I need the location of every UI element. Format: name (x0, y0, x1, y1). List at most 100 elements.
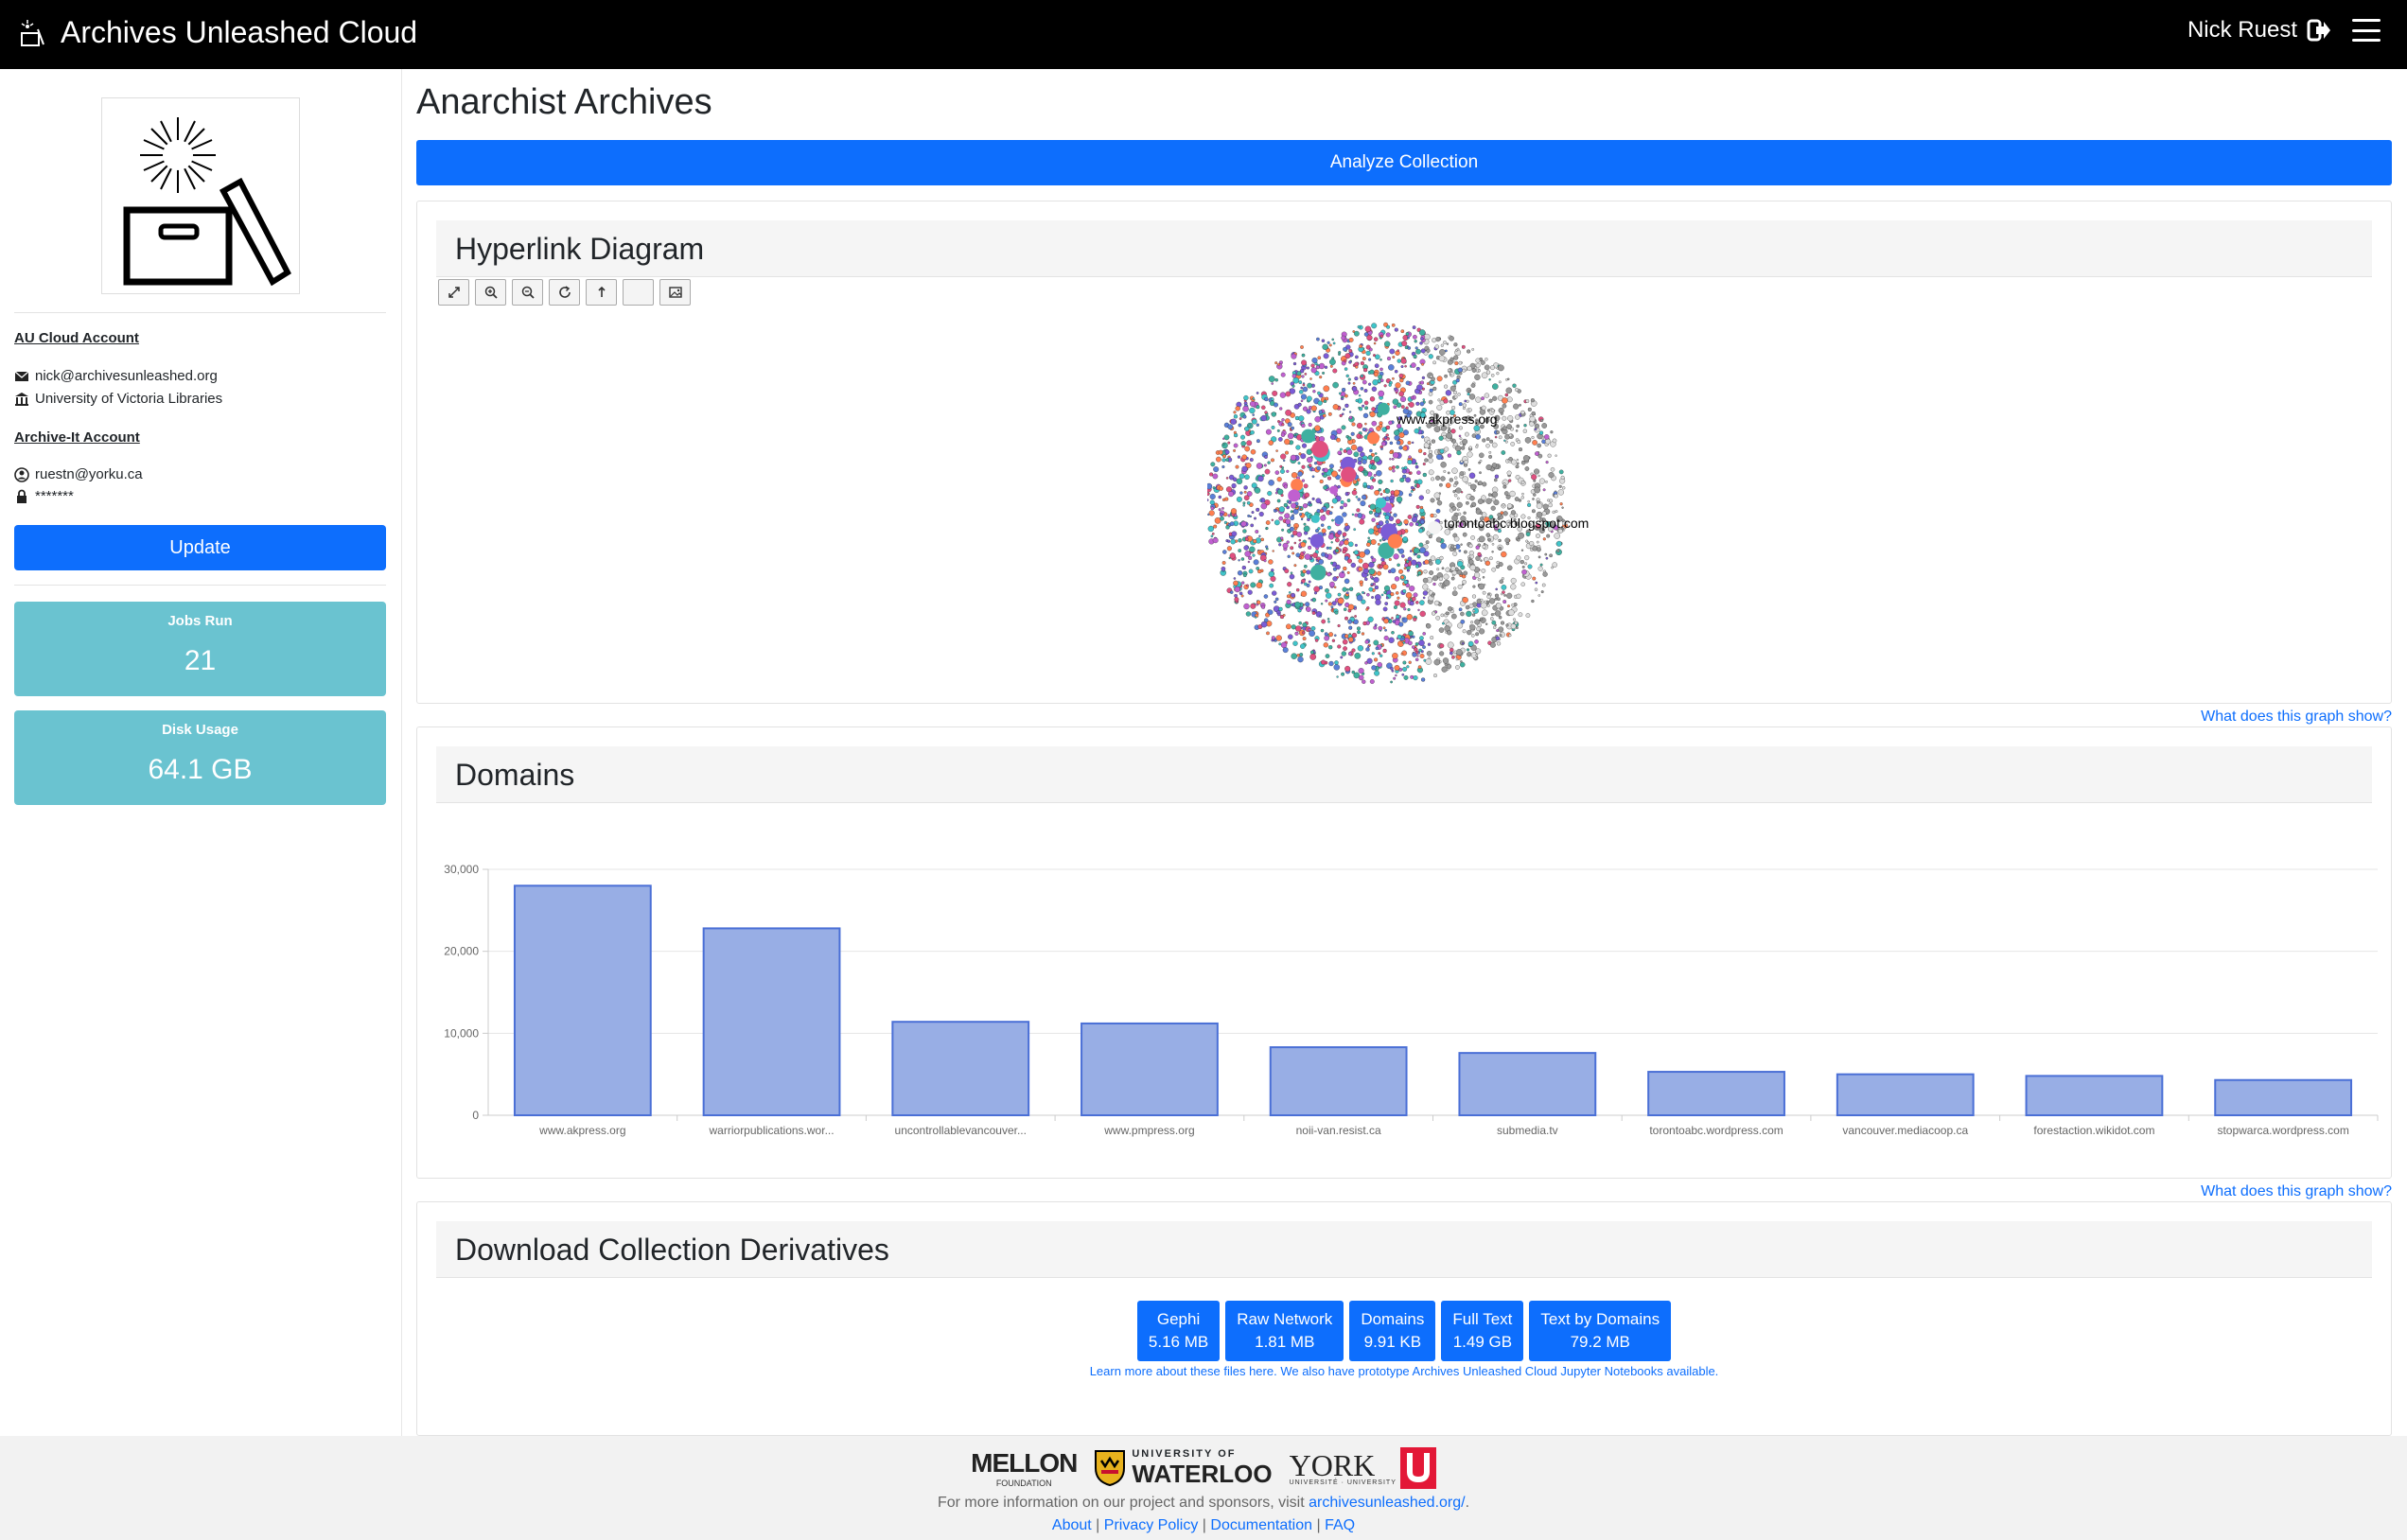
graph-hub-node (1387, 534, 1403, 549)
graph-node (1382, 648, 1387, 654)
hyperlink-help-link[interactable]: What does this graph show? (2201, 709, 2392, 726)
graph-node (1453, 355, 1459, 360)
graph-node (1445, 611, 1449, 616)
graph-node (1510, 577, 1517, 584)
graph-node (1363, 471, 1368, 477)
graph-node (1392, 465, 1396, 469)
graph-node (1302, 503, 1309, 509)
graph-node (1421, 376, 1426, 380)
download-raw-network-button[interactable]: Raw Network 1.81 MB (1225, 1301, 1344, 1361)
about-link[interactable]: About (1052, 1517, 1092, 1533)
graph-node (1366, 592, 1370, 597)
download-domains-button[interactable]: Domains 9.91 KB (1349, 1301, 1436, 1361)
graph-node (1428, 458, 1433, 464)
reset-button[interactable] (549, 279, 580, 306)
graph-node (1481, 569, 1486, 573)
graph-node (1269, 583, 1274, 588)
graph-node (1506, 503, 1513, 509)
download-text-by-domains-button[interactable]: Text by Domains 79.2 MB (1529, 1301, 1672, 1361)
project-site-link[interactable]: archivesunleashed.org/ (1309, 1495, 1465, 1511)
graph-node (1378, 488, 1381, 492)
privacy-policy-link[interactable]: Privacy Policy (1104, 1517, 1199, 1533)
graph-hub-node (1309, 534, 1325, 548)
update-button[interactable]: Update (14, 525, 386, 570)
graph-node (1409, 601, 1414, 606)
graph-node (1300, 582, 1304, 585)
mellon-sub: FOUNDATION (995, 1479, 1052, 1488)
graph-node (1422, 596, 1426, 600)
user-logout-link[interactable]: Nick Ruest (2187, 17, 2331, 44)
y-tick-label: 10,000 (444, 1026, 479, 1040)
graph-node (1284, 438, 1291, 446)
graph-node (1542, 571, 1548, 577)
graph-node (1338, 392, 1342, 395)
zoom-out-button[interactable] (512, 279, 543, 306)
graph-node (1347, 381, 1351, 385)
graph-node (1408, 455, 1412, 459)
graph-node (1346, 449, 1353, 455)
graph-node (1240, 441, 1246, 446)
graph-node (1306, 366, 1309, 370)
brand-link[interactable]: Archives Unleashed Cloud (17, 15, 417, 50)
graph-node (1399, 477, 1405, 482)
graph-node (1386, 356, 1392, 361)
graph-node (1241, 454, 1247, 460)
graph-node (1396, 614, 1400, 620)
graph-node (1290, 454, 1297, 462)
graph-node (1308, 628, 1311, 632)
graph-node (1474, 619, 1481, 625)
graph-node (1357, 324, 1361, 329)
derivatives-note-link[interactable]: Learn more about these files here. We al… (416, 1364, 2392, 1378)
graph-node (1433, 658, 1441, 666)
download-full-text-button[interactable]: Full Text 1.49 GB (1441, 1301, 1524, 1361)
graph-node (1432, 386, 1437, 391)
graph-node (1352, 386, 1358, 392)
graph-node (1413, 488, 1415, 491)
graph-node (1291, 551, 1295, 555)
graph-node (1272, 590, 1277, 596)
analyze-collection-button[interactable]: Analyze Collection (416, 140, 2392, 185)
graph-node (1410, 490, 1414, 493)
graph-node (1480, 602, 1487, 609)
layout-button[interactable] (586, 279, 617, 306)
blank-tool-button[interactable] (623, 279, 654, 306)
graph-node (1341, 672, 1345, 676)
graph-node (1435, 536, 1442, 543)
graph-node (1477, 577, 1482, 582)
graph-node (1302, 631, 1306, 635)
graph-node (1419, 401, 1425, 407)
graph-node (1298, 390, 1304, 394)
graph-node (1329, 364, 1333, 368)
graph-node (1539, 563, 1543, 567)
download-gephi-button[interactable]: Gephi 5.16 MB (1136, 1301, 1221, 1361)
graph-node (1480, 559, 1483, 562)
graph-node (1515, 464, 1520, 469)
graph-node (1321, 528, 1326, 534)
graph-node (1401, 466, 1405, 470)
graph-node (1328, 546, 1332, 550)
hyperlink-graph[interactable]: www.akpress.orgtorontoabc.blogspot.com (1207, 310, 1643, 698)
export-image-button[interactable] (659, 279, 691, 306)
domains-help-link[interactable]: What does this graph show? (2201, 1183, 2392, 1200)
fullscreen-button[interactable] (438, 279, 469, 306)
graph-node (1300, 345, 1304, 349)
graph-node (1306, 569, 1311, 575)
x-tick-label: torontoabc.wordpress.com (1649, 1124, 1783, 1137)
faq-link[interactable]: FAQ (1325, 1517, 1355, 1533)
graph-node (1535, 451, 1539, 456)
graph-node (1391, 631, 1395, 635)
graph-node (1464, 550, 1467, 554)
graph-node (1221, 561, 1226, 565)
menu-toggle-icon[interactable] (2352, 19, 2381, 42)
graph-node (1244, 474, 1250, 481)
graph-node (1482, 438, 1486, 443)
graph-node (1209, 499, 1215, 505)
graph-node (1389, 450, 1393, 454)
documentation-link[interactable]: Documentation (1210, 1517, 1312, 1533)
graph-node (1357, 645, 1364, 652)
graph-node (1297, 402, 1302, 407)
zoom-in-button[interactable] (475, 279, 506, 306)
stat-value: 64.1 GB (148, 754, 253, 785)
domains-bar-chart: 010,00020,00030,000www.akpress.org warrio… (444, 863, 2379, 1137)
graph-node (1282, 647, 1289, 654)
